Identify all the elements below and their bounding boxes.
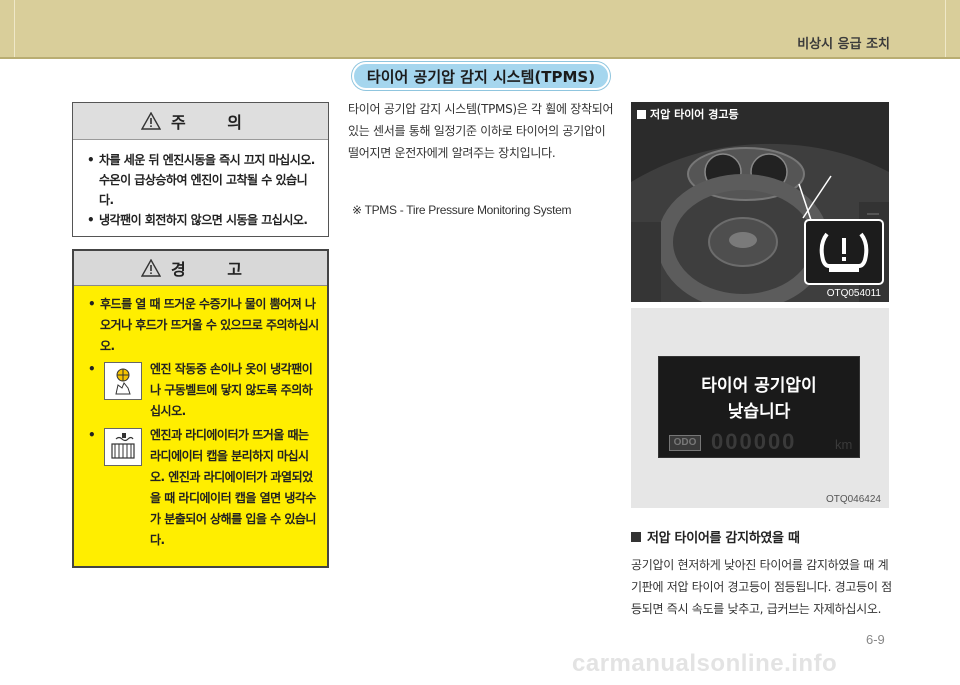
tire-pressure-warning-icon: [819, 232, 869, 272]
odo-label: ODO: [669, 435, 701, 451]
warning-box: 경 고 • 후드를 열 때 뜨거운 수증기나 물이 뿜어져 나오거나 후드가 뜨…: [72, 249, 329, 568]
intro-paragraph: 타이어 공기압 감지 시스템(TPMS)은 각 휠에 장착되어있는 센서를 통해…: [348, 102, 614, 160]
photo1-code: OTQ054011: [826, 288, 881, 299]
caution-header: 주 의: [73, 103, 328, 140]
warning-header: 경 고: [74, 251, 327, 286]
dashboard-photo: 저압 타이어 경고등 OTQ054011: [631, 102, 889, 302]
warning-item-text: 엔진 작동중 손이나 옷이 냉각팬이나 구동벨트에 닿지 않도록 주의하십시오.: [150, 362, 313, 418]
warning-item: • 후드를 열 때 뜨거운 수증기나 물이 뿜어져 나오거나 후드가 뜨거울 수…: [88, 297, 319, 353]
warning-item-text: 엔진과 라디에이터가 뜨거울 때는 라디에이터 캡을 분리하지 마십시오. 엔진…: [150, 428, 316, 547]
caution-item: 냉각팬이 회전하지 않으면 시동을 끄십시오.: [87, 210, 320, 230]
caution-box: 주 의 차를 세운 뒤 엔진시동을 즉시 끄지 마십시오. 수온이 급상승하여 …: [72, 102, 329, 237]
warning-title: 경 고: [170, 260, 260, 279]
page-title: 타이어 공기압 감지 시스템(TPMS): [366, 67, 596, 86]
section-title: 비상시 응급 조치: [797, 37, 890, 52]
warning-triangle-icon: [140, 259, 161, 277]
odo-unit: km: [835, 437, 853, 452]
warning-item: • 엔진 작동중 손이나 옷이 냉각팬이나 구동벨트에 닿지 않도록 주의하십시…: [88, 362, 313, 418]
page-number: 6-9: [866, 632, 885, 647]
lcd-message-line1: 타이어 공기압이: [701, 376, 817, 396]
header-rule: [0, 57, 960, 59]
warning-item-text: 후드를 열 때 뜨거운 수증기나 물이 뿜어져 나오거나 후드가 뜨거울 수 있…: [100, 297, 319, 353]
subsection-heading-text: 저압 타이어를 감지하였을 때: [647, 531, 800, 546]
subsection-heading: 저압 타이어를 감지하였을 때: [631, 527, 800, 546]
page-title-pill: 타이어 공기압 감지 시스템(TPMS): [352, 62, 610, 90]
watermark: carmanualsonline.info: [572, 650, 838, 677]
square-bullet-icon: [631, 531, 641, 542]
fan-hand-hazard-icon: [104, 362, 142, 400]
caution-list: 차를 세운 뒤 엔진시동을 즉시 끄지 마십시오. 수온이 급상승하여 엔진이 …: [73, 140, 328, 230]
warning-item: • 엔진과 라디에이터가 뜨거울 때는 라디에이터 캡을 분리하지 마십시오. …: [88, 428, 316, 547]
hot-radiator-icon: [104, 428, 142, 466]
subsection-text: 공기압이 현저하게 낮아진 타이어를 감지하였을 때 계기판에 저압 타이어 경…: [631, 558, 892, 616]
photo1-label-text: 저압 타이어 경고등: [650, 108, 739, 121]
warning-body: • 후드를 열 때 뜨거운 수증기나 물이 뿜어져 나오거나 후드가 뜨거울 수…: [74, 286, 327, 551]
odo-value: 000000: [711, 429, 797, 454]
lcd-message-line2: 낮습니다: [727, 402, 791, 422]
photo2-code: OTQ046424: [825, 494, 881, 505]
square-bullet-icon: [637, 109, 646, 119]
photo1-label: 저압 타이어 경고등: [637, 106, 739, 122]
caution-title: 주 의: [170, 113, 260, 132]
lcd-display: 타이어 공기압이 낮습니다 ODO 000000 km: [658, 356, 860, 458]
tpms-note: ※ TPMS - Tire Pressure Monitoring System: [352, 203, 572, 217]
cluster-lcd-photo: 타이어 공기압이 낮습니다 ODO 000000 km OTQ046424: [631, 308, 889, 508]
warning-triangle-icon: [140, 112, 161, 130]
caution-item: 차를 세운 뒤 엔진시동을 즉시 끄지 마십시오. 수온이 급상승하여 엔진이 …: [87, 150, 320, 210]
